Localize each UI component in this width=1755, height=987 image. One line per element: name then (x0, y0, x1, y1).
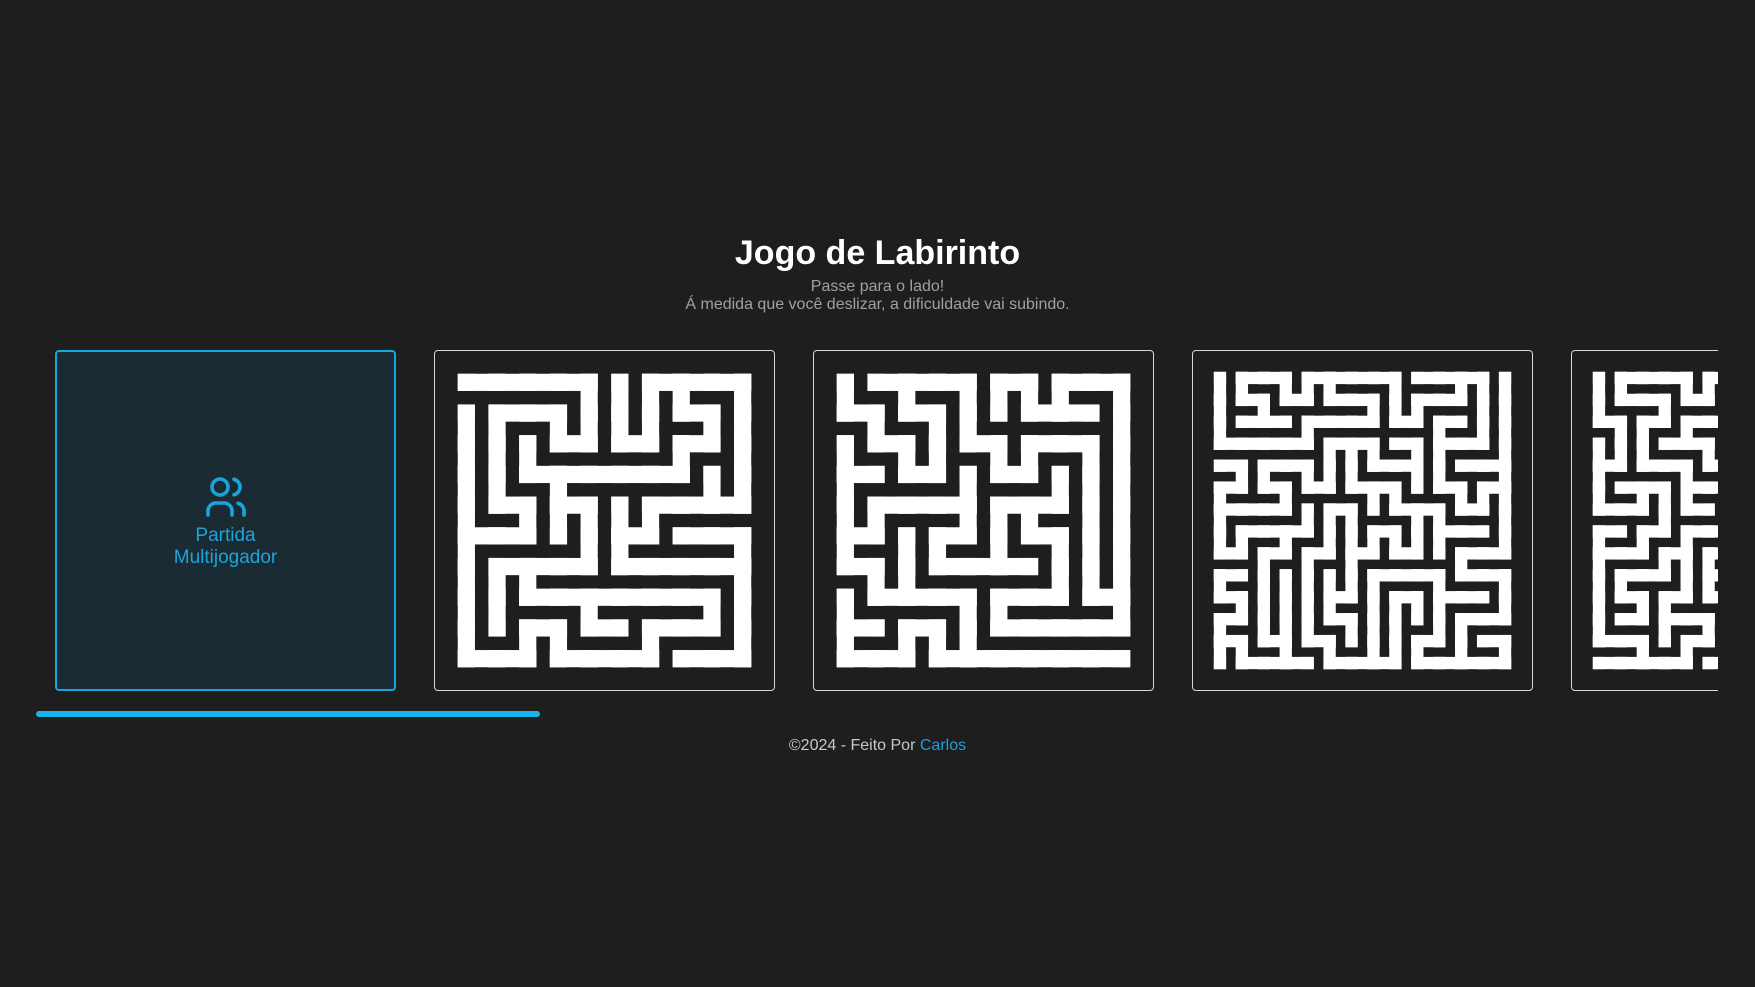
maze-level-2-card[interactable] (813, 350, 1154, 691)
subtitle-hint: Passe para o lado! (810, 278, 945, 295)
maze-level-3-card[interactable] (1192, 350, 1533, 691)
page-title: Jogo de Labirinto (734, 234, 1021, 272)
maze-preview (1588, 367, 1718, 674)
carousel-scrollbar[interactable] (36, 711, 1716, 717)
footer-copyright: ©2024 - Feito Por (788, 737, 920, 754)
footer: ©2024 - Feito Por Carlos (0, 736, 1755, 756)
users-icon (205, 476, 246, 517)
maze-preview (830, 367, 1137, 674)
level-carousel[interactable]: Partida Multijogador (55, 350, 1718, 694)
multiplayer-label: Partida Multijogador (174, 525, 278, 569)
maze-preview (451, 367, 758, 674)
scroll-progress-indicator[interactable] (36, 711, 540, 717)
author-link[interactable]: Carlos (920, 737, 966, 754)
maze-level-4-card[interactable] (1571, 350, 1718, 691)
maze-level-1-card[interactable] (434, 350, 775, 691)
multiplayer-card[interactable]: Partida Multijogador (55, 350, 396, 691)
multiplayer-label-line1: Partida (195, 524, 256, 546)
maze-preview (1209, 367, 1516, 674)
multiplayer-label-line2: Multijogador (173, 546, 278, 568)
subtitle-difficulty-note: Á medida que você deslizar, a dificuldad… (685, 296, 1070, 313)
